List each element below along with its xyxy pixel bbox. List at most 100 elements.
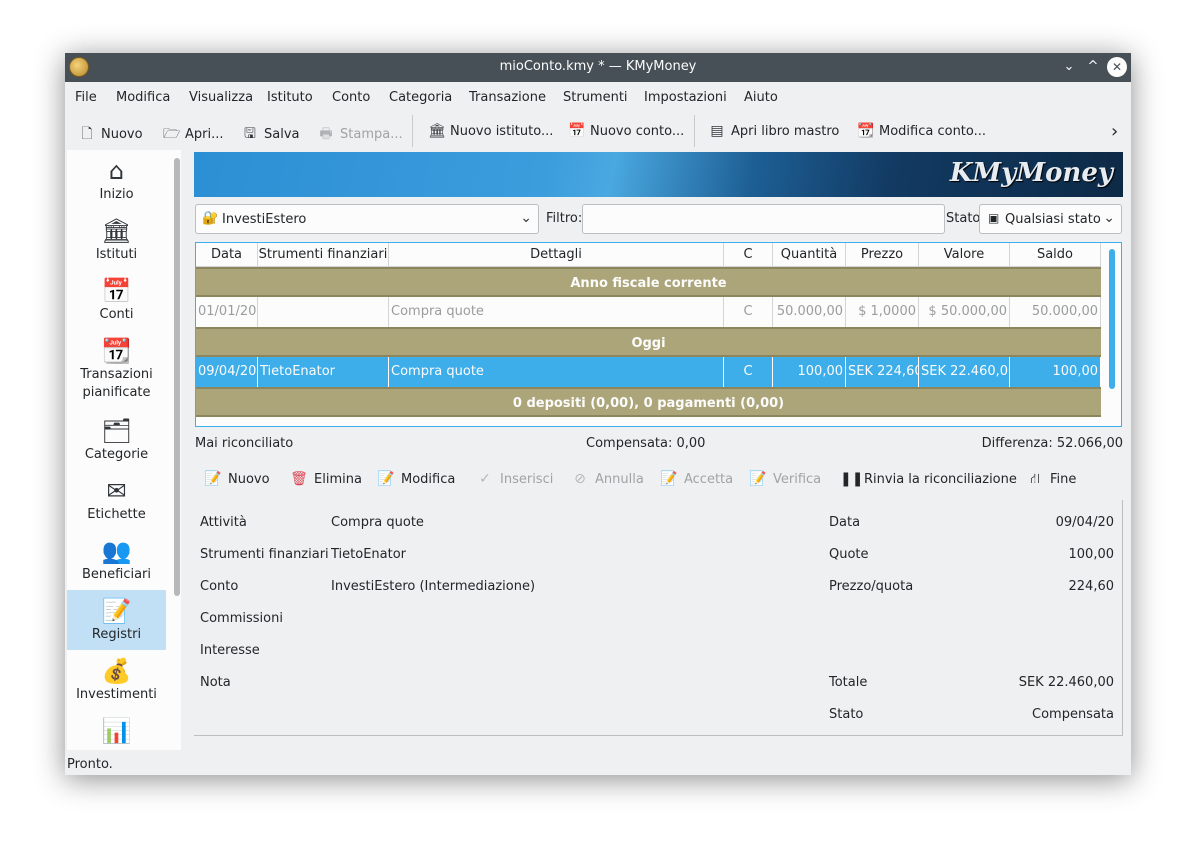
cancel-button[interactable]: ⊘ Annulla (571, 471, 644, 487)
cell-price: SEK 224,60 (846, 357, 919, 387)
new-file-button[interactable]: 🗋 Nuovo (79, 123, 142, 147)
ledger-icon: ▤ (710, 123, 724, 139)
cell-quantity: 100,00 (773, 357, 846, 387)
shares-value: 100,00 (1068, 547, 1115, 562)
column-header-saldo[interactable]: Saldo (1010, 243, 1101, 267)
column-header-valore[interactable]: Valore (919, 243, 1010, 267)
group-footer-totals: 0 depositi (0,00), 0 pagamenti (0,00) (196, 387, 1101, 417)
menu-aiuto[interactable]: Aiuto (744, 90, 778, 105)
new-transaction-button[interactable]: 📝 Nuovo (204, 471, 269, 487)
new-document-icon: 🗋 (81, 126, 93, 142)
cell-cleared: C (724, 297, 773, 327)
cell-value: SEK 22.460,00 (919, 357, 1010, 387)
date-label: Data (829, 515, 861, 530)
sidebar-item-reports[interactable]: 📊 (67, 710, 166, 750)
enter-button[interactable]: ✓ Inserisci (476, 471, 553, 487)
column-header-c[interactable]: C (724, 243, 773, 267)
menu-modifica[interactable]: Modifica (116, 90, 170, 105)
sidebar-item-investimenti[interactable]: 💰 Investimenti (67, 650, 166, 710)
sidebar-item-transazioni-pianificate[interactable]: 📆 Transazioni pianificate (67, 330, 166, 410)
verify-icon: 📝 (749, 471, 767, 487)
sidebar-item-inizio[interactable]: ⌂ Inizio (67, 150, 166, 210)
fees-label: Commissioni (200, 611, 283, 626)
new-institution-button[interactable]: 🏛 Nuovo istituto... (428, 123, 553, 139)
menu-transazione[interactable]: Transazione (469, 90, 546, 105)
finish-button[interactable]: ⛙ Fine (1026, 471, 1076, 489)
edit-icon: 📝 (377, 471, 395, 487)
accept-button[interactable]: 📝 Accetta (660, 471, 733, 487)
group-header-fiscal-year: Anno fiscale corrente (196, 267, 1101, 297)
column-header-dettagli[interactable]: Dettagli (389, 243, 724, 267)
ledger-icon: 📝 (101, 597, 132, 625)
column-header-strumenti[interactable]: Strumenti finanziari (258, 243, 389, 267)
sidebar-scrollbar[interactable] (174, 158, 180, 596)
reports-icon: 📊 (101, 717, 132, 745)
cell-details: Compra quote (389, 357, 724, 387)
printer-icon: 🖶 (319, 126, 333, 142)
new-account-button[interactable]: 📅 Nuovo conto... (568, 123, 684, 139)
interest-label: Interesse (200, 643, 260, 658)
status-bar-text: Pronto. (67, 757, 113, 772)
security-label: Strumenti finanziari (200, 547, 329, 562)
menu-strumenti[interactable]: Strumenti (563, 90, 628, 105)
transaction-detail-panel: Attività Compra quote Strumenti finanzia… (194, 500, 1123, 736)
ledger-view: KMyMoney 🔐 InvestiEstero ⌄ Filtro: Stato… (194, 152, 1123, 752)
sidebar-item-beneficiari[interactable]: 👥 Beneficiari (67, 530, 166, 590)
memo-label: Nota (200, 675, 231, 690)
status-value: Compensata (1032, 707, 1114, 722)
menu-istituto[interactable]: Istituto (267, 90, 313, 105)
open-ledger-button[interactable]: ▤ Apri libro mastro (709, 123, 839, 139)
edit-button[interactable]: 📝 Modifica (377, 471, 455, 487)
cell-date: 09/04/20 (196, 357, 258, 387)
bank-icon: 🏛 (101, 217, 132, 245)
account-selector[interactable]: 🔐 InvestiEstero ⌄ (195, 204, 539, 234)
column-header-data[interactable]: Data (196, 243, 258, 267)
menu-visualizza[interactable]: Visualizza (189, 90, 253, 105)
maximize-icon[interactable]: ^ (1083, 57, 1103, 77)
save-icon: 🖫 (244, 126, 256, 142)
ledger-scrollbar[interactable] (1109, 249, 1115, 389)
sidebar-item-etichette[interactable]: ✉ Etichette (67, 470, 166, 530)
table-row[interactable]: 01/01/20 Compra quote C 50.000,00 $ 1,00… (196, 297, 1101, 327)
state-filter-select[interactable]: ▣ Qualsiasi stato ⌄ (979, 204, 1122, 234)
open-file-button[interactable]: 🗁 Apri... (163, 123, 224, 147)
table-row-selected[interactable]: 09/04/20 TietoEnator Compra quote C 100,… (196, 357, 1101, 387)
pause-icon: ❚❚ (840, 471, 864, 487)
sidebar-item-registri[interactable]: 📝 Registri (67, 590, 166, 650)
sidebar-item-conti[interactable]: 📅 Conti (67, 270, 166, 330)
bank-icon: 🏛 (428, 123, 446, 139)
cell-price: $ 1,0000 (846, 297, 919, 327)
banner-logo: KMyMoney (949, 158, 1113, 188)
delete-button[interactable]: 🗑 Elimina (290, 471, 362, 487)
brokerage-account-icon: 🔐 (202, 211, 219, 226)
sidebar-item-categorie[interactable]: 🗂 Categorie (67, 410, 166, 470)
menu-impostazioni[interactable]: Impostazioni (644, 90, 727, 105)
navigation-sidebar: ⌂ Inizio 🏛 Istituti 📅 Conti 📆 Transazion… (67, 150, 181, 750)
verify-button[interactable]: 📝 Verifica (749, 471, 821, 487)
accept-icon: 📝 (660, 471, 678, 487)
sidebar-item-istituti[interactable]: 🏛 Istituti (67, 210, 166, 270)
edit-account-button[interactable]: 📆 Modifica conto... (857, 123, 986, 139)
cell-balance: 100,00 (1010, 357, 1101, 387)
menu-conto[interactable]: Conto (332, 90, 370, 105)
postpone-reconciliation-button[interactable]: ❚❚Rinvia la riconciliazione (840, 471, 1017, 487)
save-button[interactable]: 🖫 Salva (242, 123, 299, 147)
toolbar-overflow-chevron-icon[interactable]: › (1111, 121, 1118, 142)
title-bar[interactable]: mioConto.kmy * — KMyMoney ⌄ ^ ✕ (65, 53, 1131, 82)
minimize-icon[interactable]: ⌄ (1059, 57, 1079, 77)
categories-icon: 🗂 (101, 417, 132, 445)
column-header-prezzo[interactable]: Prezzo (846, 243, 919, 267)
filter-input[interactable] (582, 204, 945, 234)
print-button[interactable]: 🖶 Stampa... (318, 123, 402, 147)
cancel-icon: ⊘ (574, 471, 586, 487)
new-transaction-icon: 📝 (204, 471, 222, 487)
column-header-quantita[interactable]: Quantità (773, 243, 846, 267)
close-icon[interactable]: ✕ (1107, 57, 1127, 77)
toolbar-separator (412, 115, 413, 147)
menu-file[interactable]: File (75, 90, 97, 105)
shares-label: Quote (829, 547, 869, 562)
account-value: InvestiEstero (Intermediazione) (331, 579, 536, 594)
price-label: Prezzo/quota (829, 579, 914, 594)
filter-label: Filtro: (546, 211, 583, 226)
menu-categoria[interactable]: Categoria (389, 90, 452, 105)
